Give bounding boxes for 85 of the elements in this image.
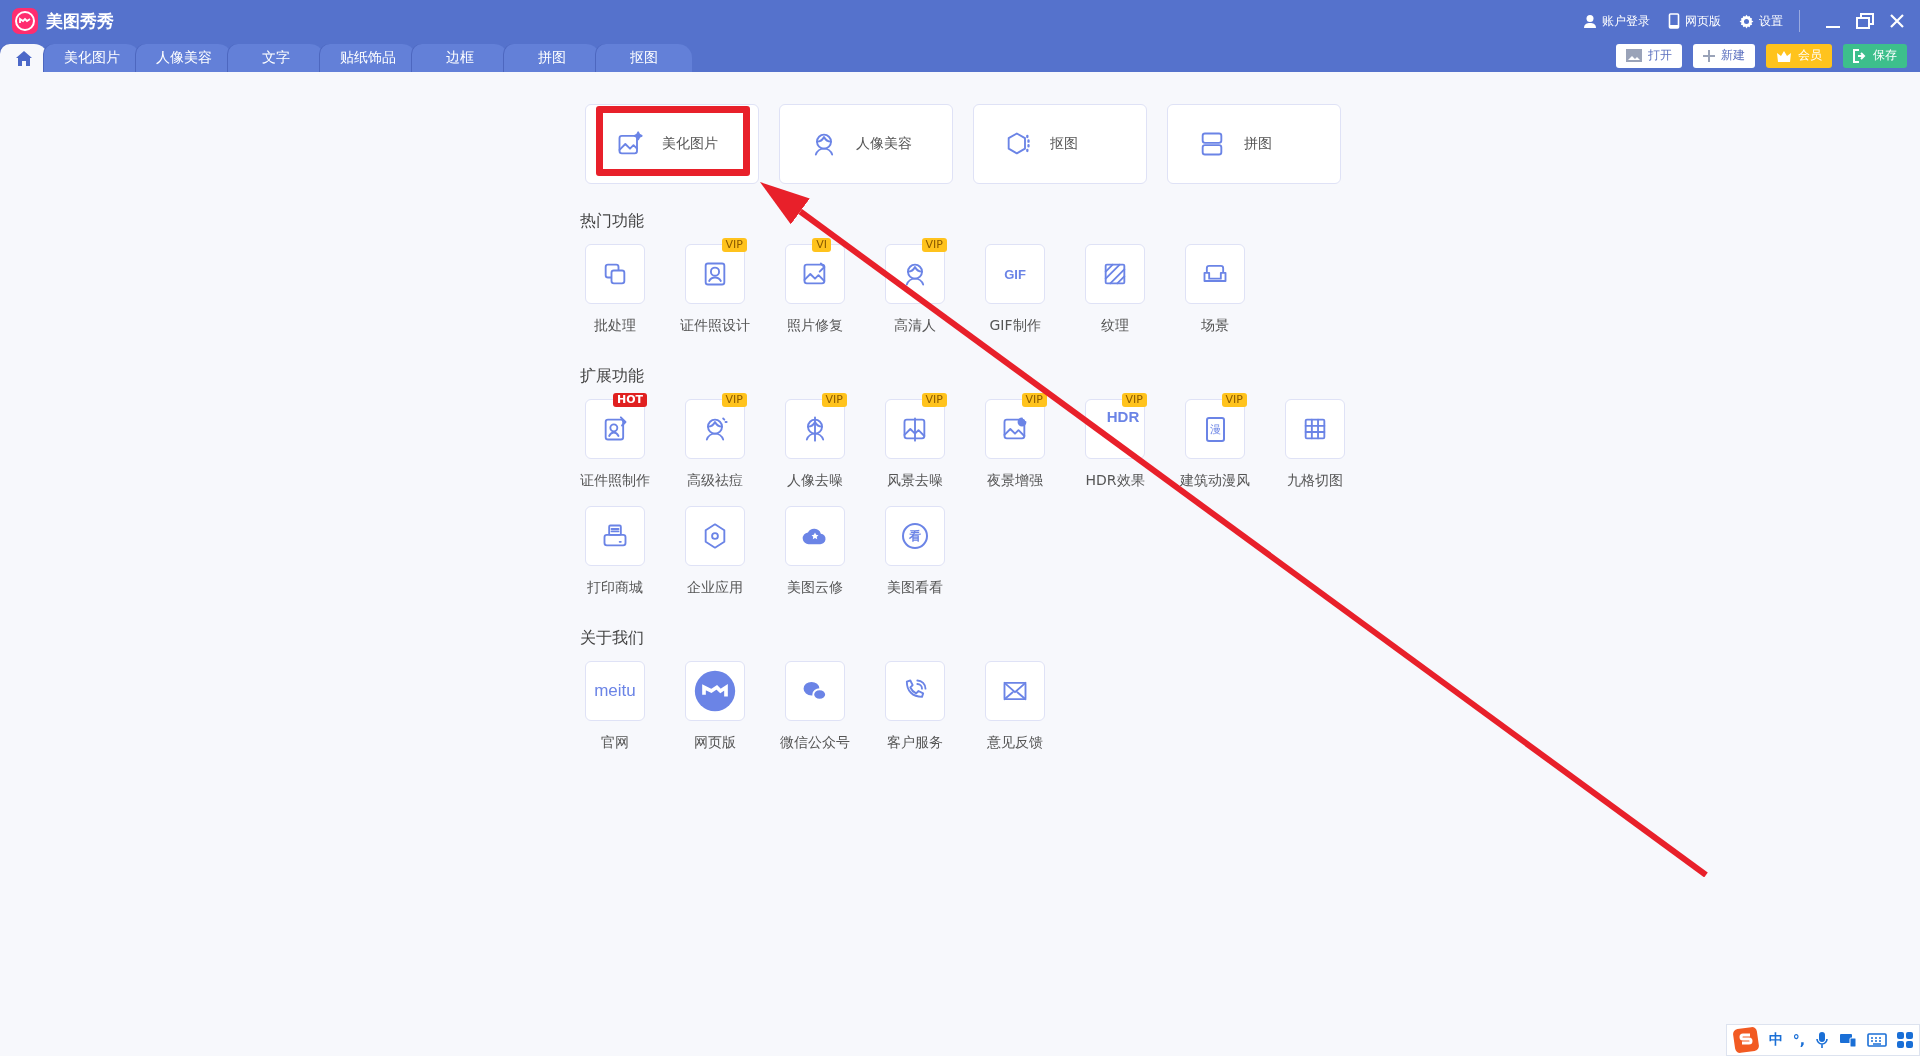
feature-label: 夜景增强 [987, 471, 1043, 489]
feature-tile[interactable] [685, 506, 745, 566]
feature-tile[interactable]: GIF [985, 244, 1045, 304]
feature-tile[interactable] [1085, 244, 1145, 304]
feature-label: 建筑动漫风 [1180, 471, 1250, 489]
plus-icon [1703, 49, 1715, 62]
feature-label: 打印商城 [587, 578, 643, 596]
ime-mode[interactable]: 中 [1768, 1031, 1783, 1049]
feature-label: 纹理 [1101, 316, 1129, 334]
apps-grid-icon[interactable] [1897, 1032, 1913, 1048]
feature-label: HDR效果 [1085, 471, 1145, 489]
feature-tile[interactable]: 看 [885, 506, 945, 566]
feature-tile[interactable] [985, 661, 1045, 721]
feature-label: 证件照制作 [580, 471, 650, 489]
badge: HOT [612, 393, 647, 407]
feature-label: 高级祛痘 [687, 471, 743, 489]
feature-label: 照片修复 [787, 316, 843, 334]
badge: VIP [921, 238, 947, 252]
logo-icon [693, 669, 737, 713]
top-link[interactable]: 网页版 [1668, 12, 1721, 30]
feature-label: 意见反馈 [987, 733, 1043, 751]
home-icon [16, 50, 32, 66]
feature-tile[interactable] [785, 506, 845, 566]
wordmark: meitu [594, 681, 636, 701]
feature-tile[interactable] [585, 244, 645, 304]
feature-label: GIF制作 [989, 316, 1041, 334]
badge: VIP [921, 393, 947, 407]
devices-icon[interactable] [1839, 1032, 1857, 1048]
keyboard-icon[interactable] [1867, 1033, 1887, 1047]
badge: VIP [721, 393, 747, 407]
circle-icon-label: 看 [902, 523, 928, 549]
badge: VIP [1021, 393, 1047, 407]
feature-label: 证件照设计 [680, 316, 750, 334]
feature-label: 人像去噪 [787, 471, 843, 489]
feature-tile[interactable] [685, 661, 745, 721]
feature-label: 客户服务 [887, 733, 943, 751]
feature-label: 高清人 [894, 316, 936, 334]
app-logo [12, 8, 38, 34]
app-title: 美图秀秀 [46, 9, 114, 33]
toolbar-button[interactable]: 保存 [1843, 43, 1907, 68]
feature-label: 美图云修 [787, 578, 843, 596]
feature-label: 官网 [601, 733, 629, 751]
ime-mode[interactable]: °, [1792, 1032, 1805, 1048]
feature-tile[interactable] [585, 506, 645, 566]
book-icon-label: 漫 [1205, 416, 1225, 442]
feature-tile[interactable]: meitu [585, 661, 645, 721]
user-icon [1583, 14, 1597, 28]
top-link[interactable]: 设置 [1739, 12, 1783, 30]
section-title: 关于我们 [580, 628, 645, 648]
mode-card[interactable]: 拼图 [1167, 104, 1341, 184]
section-title: 扩展功能 [580, 366, 645, 386]
feature-label: 微信公众号 [780, 733, 850, 751]
badge: VI [812, 238, 831, 252]
tab[interactable]: 抠图 [596, 44, 692, 72]
feature-label: 九格切图 [1287, 471, 1343, 489]
phone-device-icon [1668, 13, 1680, 29]
restore-icon[interactable] [1854, 10, 1876, 32]
toolbar-button[interactable]: 新建 [1693, 43, 1755, 68]
toolbar-button[interactable]: 打开 [1616, 43, 1682, 68]
badge: VIP [721, 238, 747, 252]
badge: VIP [1221, 393, 1247, 407]
microphone-icon[interactable] [1815, 1031, 1829, 1049]
feature-label: 场景 [1201, 316, 1229, 334]
mode-card[interactable]: 人像美容 [779, 104, 953, 184]
feature-label: 风景去噪 [887, 471, 943, 489]
badge: VIP [1121, 393, 1147, 407]
crown-icon [1776, 49, 1792, 62]
feature-label: 批处理 [594, 316, 636, 334]
section-title: 热门功能 [580, 211, 645, 231]
ime-logo[interactable] [1732, 1027, 1759, 1053]
feature-tile[interactable] [885, 661, 945, 721]
mode-card[interactable]: 抠图 [973, 104, 1147, 184]
feature-tile[interactable] [1285, 399, 1345, 459]
feature-tile[interactable] [785, 661, 845, 721]
top-link[interactable]: 账户登录 [1583, 12, 1650, 30]
feature-label: 企业应用 [687, 578, 743, 596]
feature-tile[interactable] [1185, 244, 1245, 304]
badge: VIP [821, 393, 847, 407]
hdr-icon-label: HDR [1106, 408, 1140, 425]
gif-icon-label: GIF [1004, 266, 1026, 282]
feature-label: 美图看看 [887, 578, 943, 596]
export-icon [1853, 48, 1867, 63]
settings-icon [1739, 13, 1754, 29]
feature-label: 网页版 [694, 733, 736, 751]
image-icon [1626, 49, 1642, 62]
